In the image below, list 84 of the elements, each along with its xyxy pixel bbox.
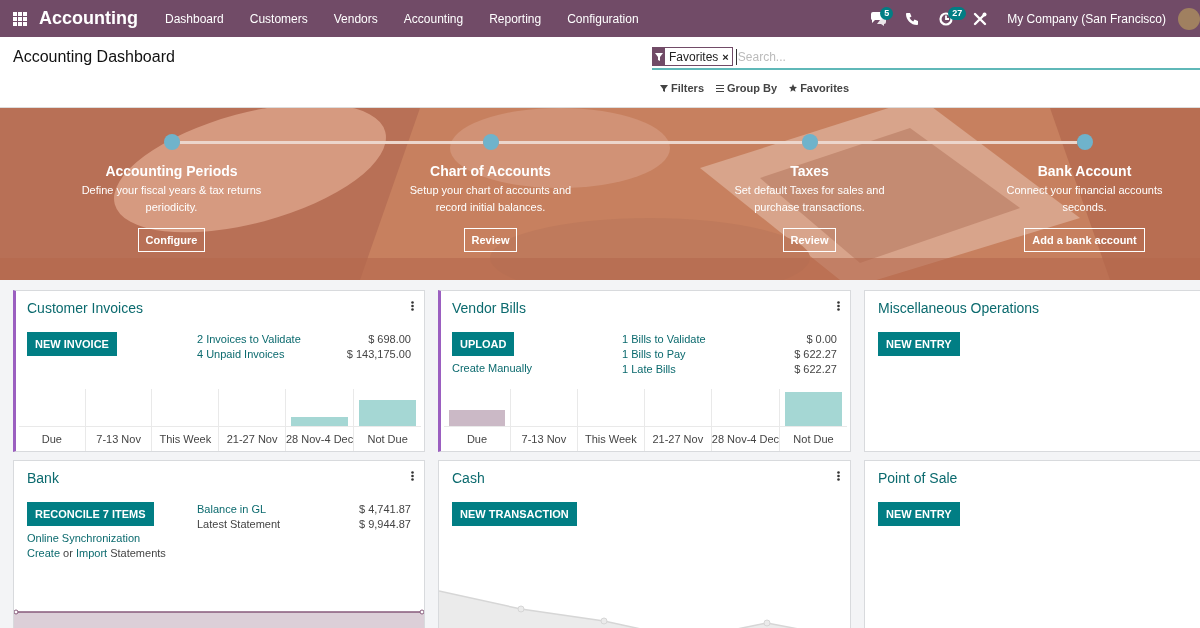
chart-label: Due [465,432,489,445]
action-link[interactable]: Online Synchronization [27,532,187,544]
stat-amount: $ 9,944.87 [359,518,411,530]
card-title[interactable]: Customer Invoices [27,300,143,316]
primary-action-button[interactable]: UPLOAD [452,332,515,356]
stat-label: Latest Statement [197,518,281,530]
step-description: Setup your chart of accounts and record initial balances. [409,183,572,215]
chart-bar [291,417,349,426]
stat-link[interactable]: Balance in GL [197,503,267,515]
filter-icon [655,52,663,61]
kebab-menu-icon[interactable] [837,301,840,311]
chart-label: 28 Nov-4 Dec [711,432,780,445]
stat-link[interactable]: 4 Unpaid Invoices [197,348,285,360]
stat-link[interactable]: 1 Bills to Validate [622,333,706,345]
filter-facet: Favorites × [652,47,733,66]
menu-item[interactable]: Reporting [476,11,555,26]
menu-item[interactable]: Dashboard [152,11,237,26]
action-link[interactable]: Create [27,547,61,559]
menu-item[interactable]: Customers [236,11,321,26]
chart-label: 7-13 Nov [520,432,568,445]
toolbar-button[interactable]: Group By [716,82,778,94]
kebab-menu-icon[interactable] [411,471,414,481]
kebab-menu-icon[interactable] [411,301,414,311]
tools-icon[interactable] [973,11,988,26]
toolbar-button[interactable]: Filters [660,82,704,94]
menu-item[interactable]: Configuration [554,11,652,26]
remove-facet-button[interactable]: × [722,50,732,63]
stat-amount: $ 143,175.00 [346,348,411,360]
chart-label: This Week [158,432,213,445]
apps-menu-icon[interactable] [13,11,27,26]
stat-amount: $ 698.00 [368,333,411,345]
star-icon [789,83,798,93]
stat-link[interactable]: 1 Bills to Pay [622,348,686,360]
chart-label: Not Due [792,432,835,445]
phone-icon[interactable] [905,11,920,26]
step-title: Chart of Accounts [430,163,551,179]
primary-action-button[interactable]: NEW TRANSACTION [452,502,577,526]
step-button[interactable]: Configure [137,228,206,252]
chart-label: Not Due [366,432,409,445]
list-icon [716,83,724,93]
chart-label: Due [40,432,63,445]
chart-bar [449,410,505,426]
menu-item[interactable]: Accounting [390,11,477,26]
chart-label: This Week [583,432,638,445]
import-statements-text: Create or Import Statements [27,547,167,559]
stat-amount: $ 622.27 [794,363,837,375]
toolbar-button[interactable]: Favorites [789,82,850,94]
count-badge: 5 [880,7,894,20]
step-title: Taxes [790,163,829,179]
card-title[interactable]: Miscellaneous Operations [878,300,1040,316]
primary-action-button[interactable]: NEW ENTRY [878,502,960,526]
card-title[interactable]: Bank [27,470,59,486]
chart-bar [359,400,416,426]
chart-label: 21-27 Nov [651,432,705,445]
card-title[interactable]: Point of Sale [878,470,958,486]
stat-amount: $ 622.27 [794,348,837,360]
kebab-menu-icon[interactable] [837,471,840,481]
chart-bar [785,392,842,426]
step-description: Set default Taxes for sales and purchase transactions. [734,183,885,215]
filter-icon [660,83,668,93]
chart-label: 7-13 Nov [95,432,142,445]
action-link[interactable]: Create Manually [452,362,612,374]
primary-action-button[interactable]: NEW INVOICE [27,332,117,356]
menu-item[interactable]: Vendors [320,11,391,26]
step-description: Define your fiscal years & tax returns periodicity. [81,183,262,215]
primary-action-button[interactable]: NEW ENTRY [878,332,960,356]
stat-link[interactable]: 2 Invoices to Validate [197,333,301,345]
step-description: Connect your financial accounts seconds. [1006,183,1163,215]
chart-label: 21-27 Nov [225,432,279,445]
action-link[interactable]: Import [75,547,108,559]
card-title[interactable]: Vendor Bills [452,300,526,316]
stat-amount: $ 0.00 [806,333,837,345]
page-title: Accounting Dashboard [13,48,176,67]
clock-icon[interactable] [939,11,954,26]
stat-link[interactable]: 1 Late Bills [622,363,676,375]
count-badge: 27 [948,7,967,20]
stat-amount: $ 4,741.87 [359,503,411,515]
app-name[interactable]: Accounting [39,8,138,29]
primary-action-button[interactable]: RECONCILE 7 ITEMS [27,502,154,526]
step-title: Accounting Periods [105,163,238,179]
chart-label: 28 Nov-4 Dec [286,432,354,445]
company-switcher[interactable]: My Company (San Francisco) [1007,11,1166,26]
card-title[interactable]: Cash [452,470,485,486]
step-title: Bank Account [1037,163,1132,179]
